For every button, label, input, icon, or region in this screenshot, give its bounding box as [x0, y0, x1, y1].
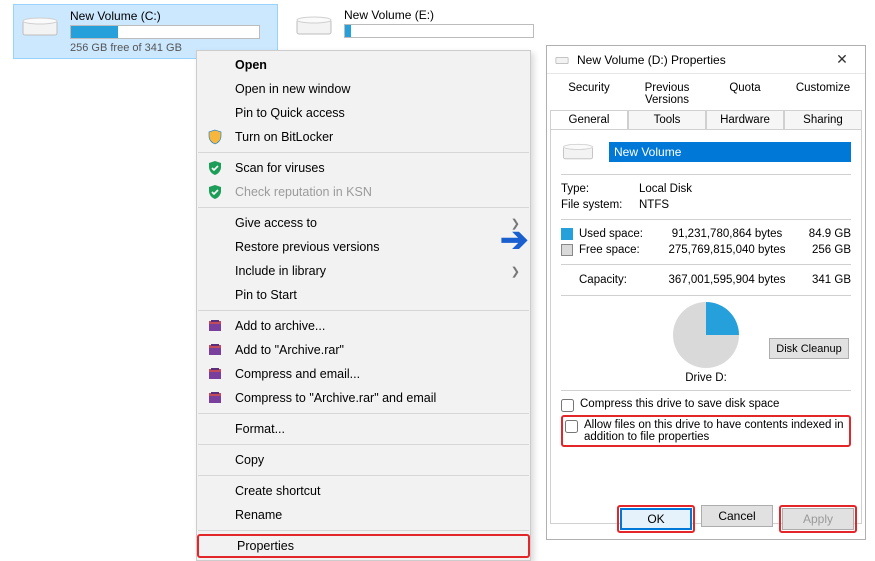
drive-title: New Volume (E:): [344, 8, 547, 22]
free-bytes: 275,769,815,040 bytes: [659, 244, 795, 256]
dialog-buttons: OK Cancel Apply: [617, 505, 857, 533]
allow-index-outline: Allow files on this drive to have conten…: [561, 415, 851, 447]
cancel-button[interactable]: Cancel: [701, 505, 773, 527]
menu-separator: [198, 530, 529, 531]
close-button[interactable]: ✕: [827, 51, 857, 68]
tab-general[interactable]: General: [550, 110, 628, 129]
drive-icon: [561, 140, 595, 164]
used-gb: 84.9 GB: [795, 228, 851, 240]
tabs: Security Previous Versions Quota Customi…: [547, 74, 865, 129]
menu-separator: [198, 413, 529, 414]
menu-restore-previous[interactable]: Restore previous versions: [197, 235, 530, 259]
menu-pin-quick-access[interactable]: Pin to Quick access: [197, 101, 530, 125]
menu-rename[interactable]: Rename: [197, 503, 530, 527]
menu-include-library[interactable]: Include in library❯: [197, 259, 530, 283]
chevron-right-icon: ❯: [511, 265, 520, 278]
menu-separator: [198, 207, 529, 208]
used-bytes: 91,231,780,864 bytes: [659, 228, 795, 240]
drive-letter-label: Drive D:: [561, 372, 851, 384]
tab-hardware[interactable]: Hardware: [706, 110, 784, 129]
menu-give-access[interactable]: Give access to❯: [197, 211, 530, 235]
shield-check-icon: [206, 183, 224, 201]
ok-outline: OK: [617, 505, 695, 533]
archive-icon: [206, 389, 224, 407]
menu-create-shortcut[interactable]: Create shortcut: [197, 479, 530, 503]
drive-body: New Volume (C:) 256 GB free of 341 GB: [70, 9, 271, 54]
shield-icon: [206, 128, 224, 146]
ok-button[interactable]: OK: [620, 508, 692, 530]
filesystem-label: File system:: [561, 199, 639, 211]
window-title: New Volume (D:) Properties: [577, 53, 827, 67]
divider: [561, 295, 851, 296]
tab-tools[interactable]: Tools: [628, 110, 706, 129]
type-value: Local Disk: [639, 183, 851, 195]
menu-separator: [198, 310, 529, 311]
usage-pie-chart: [673, 302, 739, 368]
compress-checkbox-row[interactable]: Compress this drive to save disk space: [561, 397, 851, 413]
tab-sharing[interactable]: Sharing: [784, 110, 862, 129]
compress-checkbox[interactable]: [561, 399, 574, 412]
tab-security[interactable]: Security: [550, 78, 628, 110]
used-label: Used space:: [579, 228, 659, 240]
menu-separator: [198, 475, 529, 476]
menu-pin-start[interactable]: Pin to Start: [197, 283, 530, 307]
tab-previous-versions[interactable]: Previous Versions: [628, 78, 706, 110]
free-swatch: [561, 244, 573, 256]
menu-separator: [198, 444, 529, 445]
menu-properties[interactable]: Properties: [197, 534, 530, 558]
divider: [561, 174, 851, 175]
capacity-bytes: 367,001,595,904 bytes: [659, 274, 795, 286]
drive-tile-e[interactable]: New Volume (E:): [288, 4, 553, 45]
capacity-label: Capacity:: [561, 274, 659, 286]
menu-format[interactable]: Format...: [197, 417, 530, 441]
menu-add-archive[interactable]: Add to archive...: [197, 314, 530, 338]
filesystem-value: NTFS: [639, 199, 851, 211]
menu-add-archive-rar[interactable]: Add to "Archive.rar": [197, 338, 530, 362]
drive-icon: [20, 13, 60, 41]
menu-open-new-window[interactable]: Open in new window: [197, 77, 530, 101]
divider: [561, 219, 851, 220]
archive-icon: [206, 317, 224, 335]
used-swatch: [561, 228, 573, 240]
capacity-gb: 341 GB: [795, 274, 851, 286]
menu-bitlocker[interactable]: Turn on BitLocker: [197, 125, 530, 149]
drive-usage-bar: [344, 24, 534, 38]
context-menu: Open Open in new window Pin to Quick acc…: [196, 50, 531, 561]
apply-button[interactable]: Apply: [782, 508, 854, 530]
disk-cleanup-button[interactable]: Disk Cleanup: [769, 338, 849, 359]
menu-open[interactable]: Open: [197, 53, 530, 77]
menu-separator: [198, 152, 529, 153]
tab-customize[interactable]: Customize: [784, 78, 862, 110]
tab-quota[interactable]: Quota: [706, 78, 784, 110]
divider: [561, 390, 851, 391]
menu-copy[interactable]: Copy: [197, 448, 530, 472]
free-label: Free space:: [579, 244, 659, 256]
drive-icon: [555, 53, 569, 67]
shield-check-icon: [206, 159, 224, 177]
arrow-right-icon: ➔: [500, 220, 529, 260]
drive-usage-bar: [70, 25, 260, 39]
free-gb: 256 GB: [795, 244, 851, 256]
allow-index-label: Allow files on this drive to have conten…: [584, 419, 847, 443]
divider: [561, 264, 851, 265]
allow-index-checkbox[interactable]: [565, 420, 578, 433]
type-label: Type:: [561, 183, 639, 195]
menu-scan-viruses[interactable]: Scan for viruses: [197, 156, 530, 180]
tab-general-body: Type:Local Disk File system:NTFS Used sp…: [550, 129, 862, 524]
menu-check-reputation[interactable]: Check reputation in KSN: [197, 180, 530, 204]
menu-compress-email[interactable]: Compress and email...: [197, 362, 530, 386]
archive-icon: [206, 365, 224, 383]
properties-window: New Volume (D:) Properties ✕ Security Pr…: [546, 45, 866, 540]
menu-compress-archive-email[interactable]: Compress to "Archive.rar" and email: [197, 386, 530, 410]
drive-title: New Volume (C:): [70, 9, 271, 23]
drive-icon: [294, 12, 334, 40]
compress-label: Compress this drive to save disk space: [580, 398, 779, 410]
archive-icon: [206, 341, 224, 359]
apply-outline: Apply: [779, 505, 857, 533]
drive-name-input[interactable]: [609, 142, 851, 162]
drive-body: New Volume (E:): [344, 8, 547, 41]
allow-index-checkbox-row[interactable]: Allow files on this drive to have conten…: [565, 418, 847, 444]
titlebar[interactable]: New Volume (D:) Properties ✕: [547, 46, 865, 74]
